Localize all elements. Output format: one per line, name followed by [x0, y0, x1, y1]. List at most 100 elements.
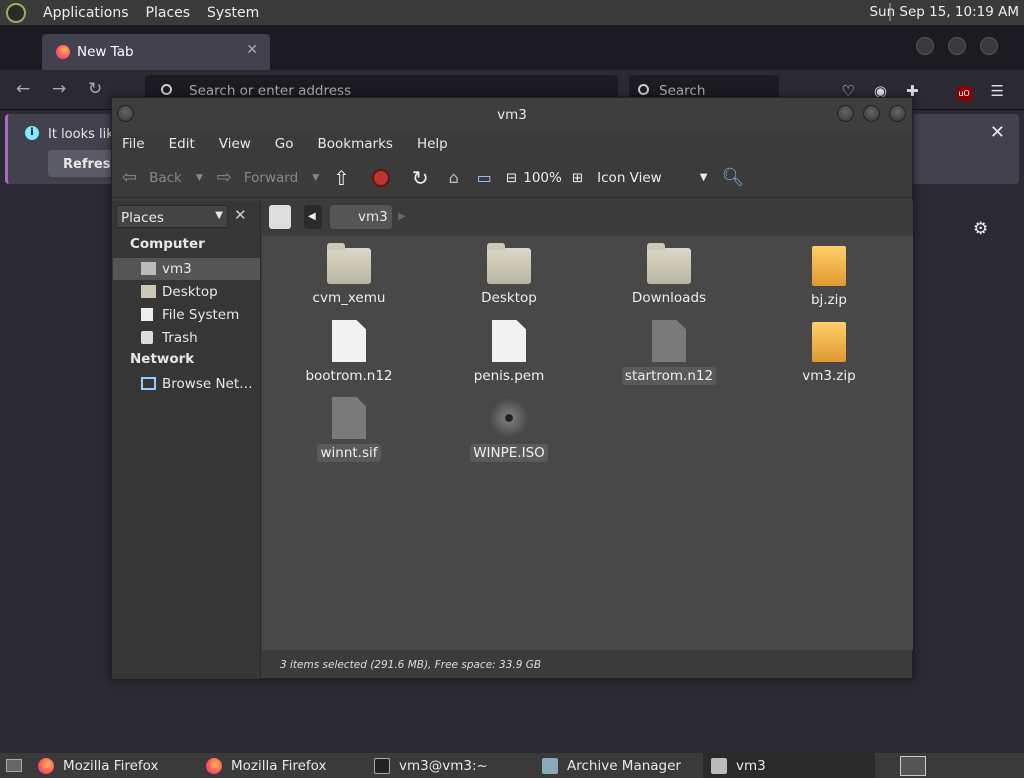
reload-icon[interactable]: ↻	[412, 166, 429, 190]
path-right-arrow[interactable]: ▶	[396, 205, 410, 229]
ublock-icon[interactable]: uO	[938, 82, 972, 101]
info-icon: i	[25, 126, 39, 140]
window-title: vm3	[497, 107, 527, 123]
close-sidebar-icon[interactable]: ✕	[234, 206, 247, 224]
reload-icon[interactable]: ↻	[88, 79, 102, 99]
window-titlebar[interactable]: vm3	[112, 98, 912, 130]
forward-label: Forward	[243, 169, 299, 186]
sidebar-item-file-system[interactable]: File System	[113, 304, 260, 326]
back-arrow-icon[interactable]: ←	[16, 79, 30, 99]
applications-menu[interactable]: Applications	[43, 5, 129, 21]
sidebar-item-label: Trash	[162, 330, 198, 346]
refresh-button[interactable]: Refresh	[48, 150, 120, 177]
chevron-down-icon: ▼	[699, 172, 708, 183]
file-manager-window: vm3 File Edit View Go Bookmarks Help ⇦ Ba…	[111, 97, 913, 679]
icon-view: cvm_xemu Desktop Downloads bj.zip bootro…	[262, 236, 913, 650]
sidebar-item-browse-network[interactable]: Browse Net…	[113, 373, 260, 395]
taskbar-item-firefox-1[interactable]: Mozilla Firefox	[30, 753, 195, 778]
up-icon[interactable]: ⇧	[333, 166, 350, 190]
places-dropdown[interactable]: Places ▼	[116, 205, 228, 228]
places-menu[interactable]: Places	[146, 5, 191, 21]
file-item[interactable]: bootrom.n12	[294, 320, 404, 385]
firefox-icon	[56, 45, 70, 59]
hamburger-menu-icon[interactable]: ☰	[991, 82, 1004, 101]
file-label: vm3.zip	[802, 368, 856, 384]
view-mode-select[interactable]: Icon View ▼	[597, 170, 707, 186]
window-controls	[902, 37, 998, 55]
menu-edit[interactable]: Edit	[169, 136, 195, 152]
menu-go[interactable]: Go	[275, 136, 294, 152]
close-notice-icon[interactable]: ✕	[990, 122, 1005, 143]
taskbar-label: Mozilla Firefox	[231, 757, 327, 774]
taskbar-item-vm3[interactable]: vm3	[703, 753, 875, 778]
show-desktop-button[interactable]	[4, 753, 28, 778]
close-button[interactable]	[889, 105, 906, 122]
desktop-folder-icon	[487, 243, 531, 284]
firefox-tabbar: New Tab ✕	[0, 25, 1024, 70]
minimize-button[interactable]	[916, 37, 934, 55]
file-item[interactable]: penis.pem	[454, 320, 564, 385]
taskbar-item-terminal[interactable]: vm3@vm3:~	[366, 753, 531, 778]
file-item[interactable]: Downloads	[614, 243, 724, 307]
home-folder-icon	[141, 262, 156, 275]
file-item[interactable]: WINPE.ISO	[454, 397, 564, 462]
forward-arrow-icon[interactable]: →	[52, 79, 66, 99]
menu-file[interactable]: File	[122, 136, 145, 152]
taskbar-item-firefox-2[interactable]: Mozilla Firefox	[198, 753, 363, 778]
close-tab-icon[interactable]: ✕	[246, 42, 258, 58]
sidebar-item-vm3[interactable]: vm3	[113, 258, 260, 280]
text-file-icon	[492, 320, 526, 362]
file-item[interactable]: bj.zip	[774, 246, 884, 309]
archive-icon	[812, 322, 846, 362]
file-item[interactable]: vm3.zip	[774, 322, 884, 385]
sidebar-item-desktop[interactable]: Desktop	[113, 281, 260, 303]
search-icon	[638, 84, 649, 95]
minimize-button[interactable]	[837, 105, 854, 122]
file-item[interactable]: Desktop	[454, 243, 564, 307]
sidebar-item-trash[interactable]: Trash	[113, 327, 260, 349]
system-menu[interactable]: System	[207, 5, 259, 21]
edit-location-icon[interactable]	[269, 205, 291, 229]
home-icon[interactable]: ⌂	[449, 168, 459, 187]
menu-view[interactable]: View	[219, 136, 251, 152]
maximize-button[interactable]	[948, 37, 966, 55]
taskbar-label: vm3	[736, 757, 766, 774]
back-dropdown-icon[interactable]: ▼	[196, 173, 203, 183]
search-icon	[161, 84, 172, 95]
computer-icon[interactable]: ▭	[477, 168, 492, 187]
window-menu-button[interactable]	[117, 105, 134, 122]
clock[interactable]: Sun Sep 15, 10:19 AM	[869, 4, 1019, 20]
path-left-arrow[interactable]: ◀	[304, 205, 322, 229]
forward-icon: ⇨	[216, 167, 232, 188]
stop-icon[interactable]	[371, 168, 390, 187]
menu-bookmarks[interactable]: Bookmarks	[318, 136, 393, 152]
taskbar-item-archive-manager[interactable]: Archive Manager	[534, 753, 699, 778]
forward-button[interactable]: ⇨ Forward ▼	[217, 167, 319, 188]
path-button-vm3[interactable]: vm3	[330, 205, 392, 229]
zoom-level: 100%	[523, 169, 562, 186]
computer-header: Computer	[130, 236, 205, 252]
toolbar: ⇦ Back ▼ ⇨ Forward ▼ ⇧ ↻ ⌂ ▭ ⊟ 100% ⊞ Icon Vie…	[112, 158, 912, 198]
archive-manager-icon	[542, 757, 558, 774]
zoom-control: ⊟ 100% ⊞	[506, 170, 583, 186]
close-window-button[interactable]	[980, 37, 998, 55]
workspace-switcher[interactable]	[897, 753, 929, 778]
tab-title: New Tab	[77, 44, 134, 60]
firefox-icon	[38, 757, 54, 774]
tab-new-tab[interactable]: New Tab ✕	[42, 34, 270, 70]
file-item[interactable]: startrom.n12	[614, 320, 724, 385]
maximize-button[interactable]	[863, 105, 880, 122]
back-button[interactable]: ⇦ Back ▼	[122, 167, 203, 188]
file-item[interactable]: winnt.sif	[294, 397, 404, 462]
file-label: cvm_xemu	[312, 290, 386, 306]
gear-icon[interactable]: ⚙	[973, 219, 988, 239]
mate-logo-icon[interactable]	[6, 2, 26, 23]
menubar: File Edit View Go Bookmarks Help	[112, 130, 912, 158]
zoom-out-icon[interactable]: ⊟	[506, 170, 517, 186]
sidebar-item-label: Browse Net…	[162, 376, 253, 392]
file-item[interactable]: cvm_xemu	[294, 243, 404, 307]
menu-help[interactable]: Help	[417, 136, 448, 152]
zoom-in-icon[interactable]: ⊞	[572, 170, 583, 186]
search-icon[interactable]: 🔍︎	[721, 167, 744, 188]
forward-dropdown-icon[interactable]: ▼	[312, 173, 319, 183]
